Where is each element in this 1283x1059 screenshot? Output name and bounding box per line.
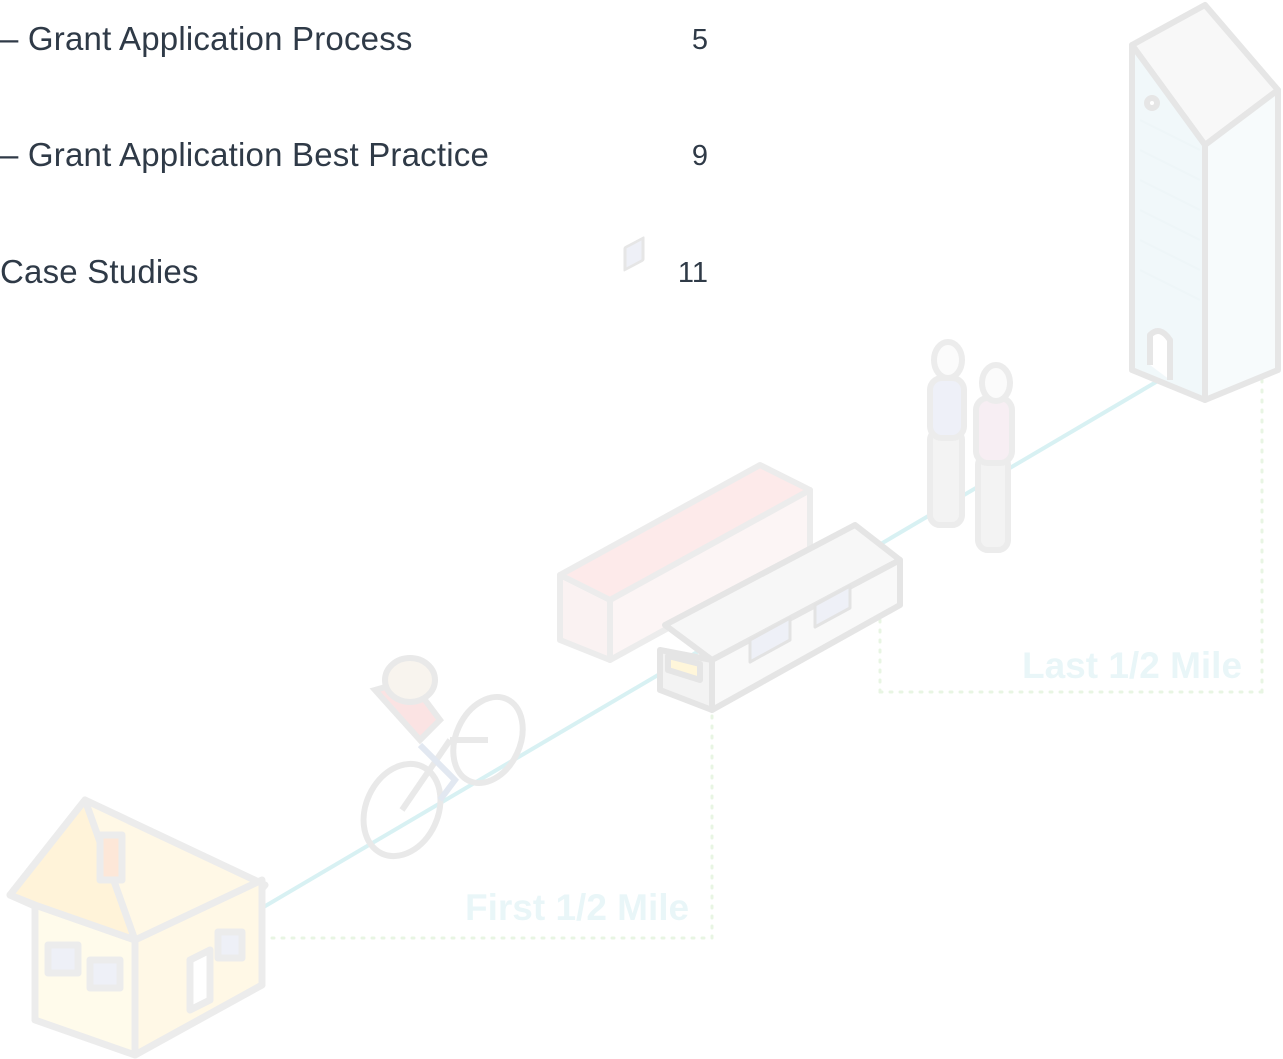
toc-entry-title: – Grant Application Best Practice <box>0 136 490 173</box>
toc-entry-grant-process[interactable]: – Grant Application Process 5 <box>0 20 720 70</box>
toc-entry-page-number: 9 <box>691 140 708 172</box>
first-mile-label: First 1/2 Mile <box>465 887 689 928</box>
toc-entry-page-number: 5 <box>691 24 708 56</box>
people-icon <box>927 339 1015 553</box>
toc-page: First 1/2 Mile Last 1/2 Mile – Grant App… <box>0 0 1283 1059</box>
toc-entry-page-number: 11 <box>677 257 708 289</box>
building-icon <box>1129 2 1281 403</box>
toc-entry-case-studies[interactable]: Case Studies 11 <box>0 253 720 303</box>
toc-entry-grant-best-practice[interactable]: – Grant Application Best Practice 9 <box>0 136 720 186</box>
toc-entry-title: – Grant Application Process <box>0 20 413 57</box>
last-mile-label: Last 1/2 Mile <box>1022 645 1242 686</box>
cyclist-icon <box>360 655 526 860</box>
house-icon <box>6 796 269 1059</box>
toc-entry-title: Case Studies <box>0 253 199 290</box>
